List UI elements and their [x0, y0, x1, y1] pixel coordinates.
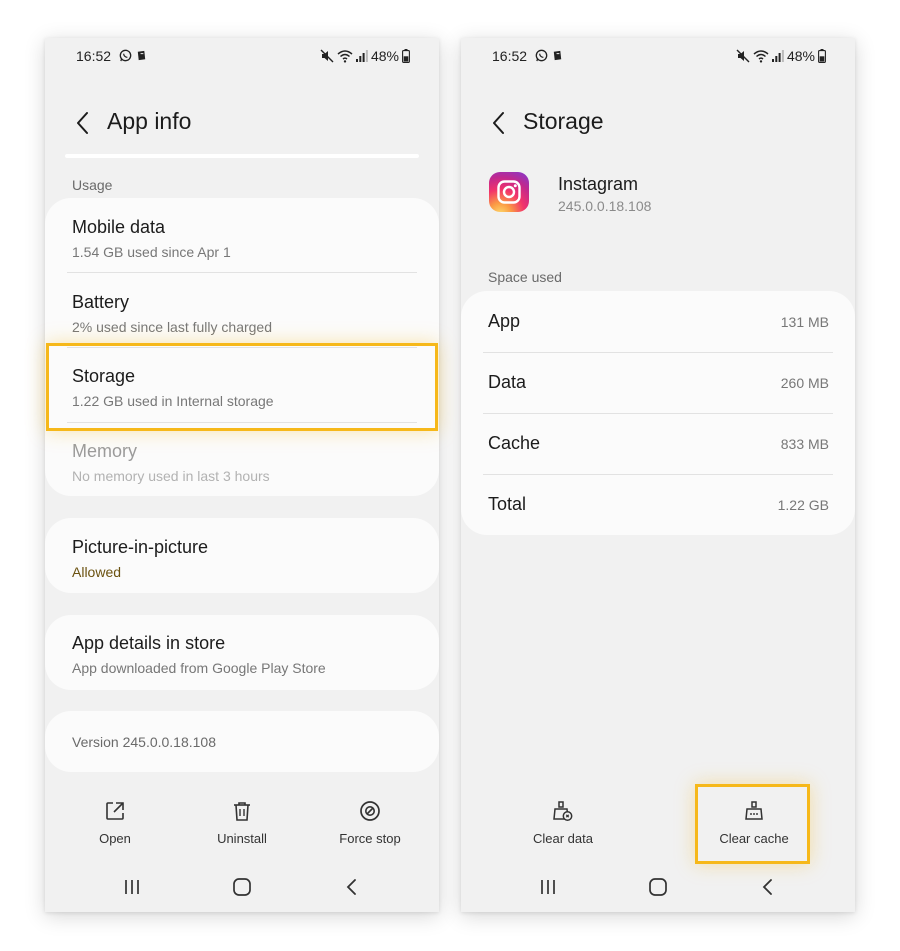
navigation-bar — [461, 876, 855, 898]
usage-section-label: Usage — [72, 177, 113, 193]
mobile-data-item[interactable]: Mobile data 1.54 GB used since Apr 1 — [72, 217, 417, 260]
item-title: Memory — [72, 441, 138, 461]
divider — [67, 422, 417, 423]
storage-row-data: Data 260 MB — [488, 372, 829, 392]
item-subtitle: 2% used since last fully charged — [72, 319, 272, 335]
app-details-in-store-card[interactable]: App details in store App downloaded from… — [45, 615, 439, 690]
item-title: Picture-in-picture — [72, 537, 209, 557]
recent-apps-icon[interactable] — [117, 876, 147, 898]
divider — [67, 272, 417, 273]
page-title: Storage — [523, 108, 604, 134]
home-icon[interactable] — [227, 876, 257, 898]
picture-in-picture-card[interactable]: Picture-in-picture Allowed — [45, 518, 439, 593]
notification-app-icon — [553, 50, 562, 61]
item-subtitle: 1.22 GB used in Internal storage — [72, 393, 274, 409]
open-external-icon — [106, 802, 124, 820]
recent-apps-icon[interactable] — [533, 876, 563, 898]
status-bar: 16:52 48% — [461, 48, 855, 68]
memory-item[interactable]: Memory No memory used in last 3 hours — [72, 441, 417, 484]
clear-cache-button[interactable]: Clear cache — [704, 800, 804, 852]
app-version: 245.0.0.18.108 — [558, 198, 652, 214]
back-nav-icon[interactable] — [337, 876, 367, 898]
bottom-action-bar: Clear data Clear cache — [461, 800, 855, 852]
force-stop-button[interactable]: Force stop — [320, 800, 420, 852]
item-subtitle: 1.54 GB used since Apr 1 — [72, 244, 231, 260]
storage-row-cache: Cache 833 MB — [488, 433, 829, 453]
wifi-icon — [337, 50, 353, 63]
storage-screen: 16:52 48% Storage Instagram 245.0.0.18.1… — [461, 38, 855, 912]
item-subtitle: No memory used in last 3 hours — [72, 468, 270, 484]
instagram-icon — [489, 172, 529, 212]
navigation-bar — [45, 876, 439, 898]
signal-icon — [355, 50, 368, 62]
open-button[interactable]: Open — [65, 800, 165, 852]
item-title: Mobile data — [72, 217, 166, 237]
item-title: Battery — [72, 292, 130, 312]
battery-percent: 48% — [370, 48, 399, 64]
storage-row-total: Total 1.22 GB — [488, 494, 829, 514]
clear-data-button[interactable]: Clear data — [513, 800, 613, 852]
whatsapp-icon — [119, 49, 132, 62]
item-title: App details in store — [72, 633, 226, 653]
notification-app-icon — [137, 50, 146, 61]
space-used-card: App 131 MB Data 260 MB Cache 833 MB Tota… — [461, 291, 855, 535]
usage-card: Mobile data 1.54 GB used since Apr 1 Bat… — [45, 198, 439, 496]
item-subtitle: App downloaded from Google Play Store — [72, 660, 326, 676]
back-arrow-icon[interactable] — [72, 108, 96, 138]
back-arrow-icon[interactable] — [488, 108, 512, 138]
app-info-screen: 16:52 48% App info Usage Mobile data 1.5… — [45, 38, 439, 912]
force-stop-icon — [360, 801, 380, 821]
battery-percent: 48% — [786, 48, 815, 64]
app-name: Instagram — [558, 174, 639, 194]
battery-item[interactable]: Battery 2% used since last fully charged — [72, 292, 417, 335]
mute-icon — [320, 49, 334, 63]
page-title: App info — [107, 108, 192, 134]
status-time: 16:52 — [76, 48, 112, 64]
battery-icon — [402, 49, 410, 63]
scroll-indicator — [65, 154, 419, 158]
home-icon[interactable] — [643, 876, 673, 898]
bottom-action-bar: Open Uninstall Force stop — [45, 800, 439, 852]
status-bar: 16:52 48% — [45, 48, 439, 68]
version-text: Version 245.0.0.18.108 — [72, 734, 217, 750]
clear-cache-icon — [745, 801, 763, 820]
storage-row-app: App 131 MB — [488, 311, 829, 331]
item-title: Storage — [72, 366, 136, 386]
back-nav-icon[interactable] — [753, 876, 783, 898]
trash-icon — [234, 802, 250, 821]
item-subtitle: Allowed — [72, 564, 122, 580]
space-used-section-label: Space used — [488, 269, 562, 285]
storage-item[interactable]: Storage 1.22 GB used in Internal storage — [72, 366, 417, 409]
clear-data-icon — [553, 801, 573, 821]
status-time: 16:52 — [492, 48, 528, 64]
signal-icon — [771, 50, 784, 62]
battery-icon — [818, 49, 826, 63]
wifi-icon — [753, 50, 769, 63]
version-card: Version 245.0.0.18.108 — [45, 711, 439, 772]
whatsapp-icon — [535, 49, 548, 62]
divider — [67, 347, 417, 348]
mute-icon — [736, 49, 750, 63]
uninstall-button[interactable]: Uninstall — [192, 800, 292, 852]
